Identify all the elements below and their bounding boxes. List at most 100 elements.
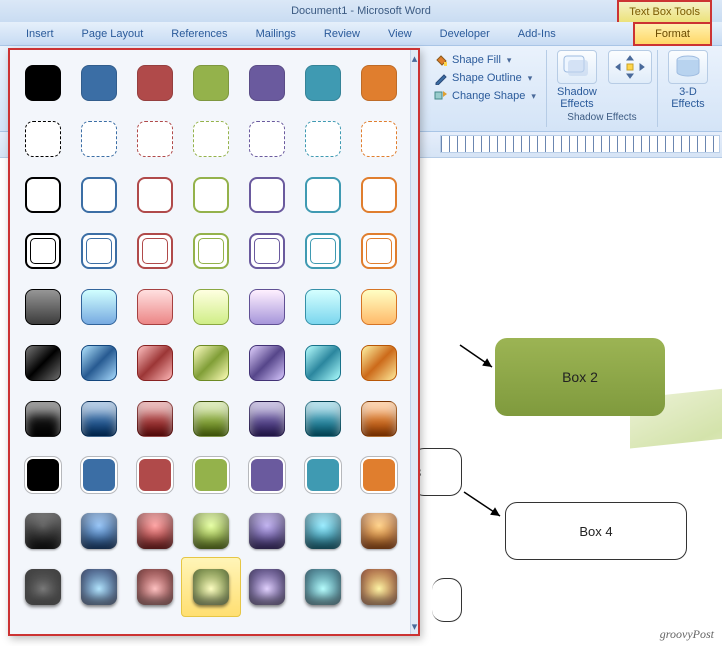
- style-swatch[interactable]: [132, 340, 178, 386]
- style-swatch[interactable]: [76, 564, 122, 610]
- gallery-scrollbar[interactable]: ▴ ▾: [410, 50, 418, 634]
- style-swatch[interactable]: [76, 228, 122, 274]
- style-swatch[interactable]: [20, 116, 66, 162]
- style-swatch-grid: [10, 50, 410, 634]
- tab-developer[interactable]: Developer: [426, 22, 504, 46]
- contextual-tab-textbox-tools[interactable]: Text Box Tools: [617, 0, 712, 22]
- style-swatch[interactable]: [356, 564, 402, 610]
- shape-fill-button[interactable]: Shape Fill▾: [430, 52, 540, 68]
- style-swatch[interactable]: [76, 172, 122, 218]
- style-swatch[interactable]: [188, 340, 234, 386]
- style-swatch[interactable]: [188, 508, 234, 554]
- style-swatch[interactable]: [132, 172, 178, 218]
- flowchart-box-5-partial[interactable]: [432, 578, 462, 622]
- style-swatch[interactable]: [356, 172, 402, 218]
- style-swatch[interactable]: [20, 172, 66, 218]
- style-swatch[interactable]: [300, 452, 346, 498]
- style-swatch[interactable]: [300, 116, 346, 162]
- shadow-effects-button[interactable]: Shadow Effects: [549, 46, 605, 110]
- style-swatch[interactable]: [244, 340, 290, 386]
- style-swatch[interactable]: [20, 508, 66, 554]
- style-swatch[interactable]: [132, 284, 178, 330]
- style-swatch[interactable]: [132, 508, 178, 554]
- style-swatch[interactable]: [132, 228, 178, 274]
- style-swatch[interactable]: [244, 116, 290, 162]
- style-swatch[interactable]: [356, 284, 402, 330]
- style-swatch[interactable]: [132, 396, 178, 442]
- style-swatch[interactable]: [132, 116, 178, 162]
- style-swatch[interactable]: [20, 340, 66, 386]
- separator: [546, 50, 547, 127]
- tab-references[interactable]: References: [157, 22, 241, 46]
- style-swatch[interactable]: [356, 452, 402, 498]
- shape-outline-button[interactable]: Shape Outline▾: [430, 70, 540, 86]
- style-swatch[interactable]: [188, 60, 234, 106]
- style-swatch[interactable]: [244, 452, 290, 498]
- style-swatch[interactable]: [76, 396, 122, 442]
- style-swatch[interactable]: [300, 564, 346, 610]
- style-swatch[interactable]: [132, 564, 178, 610]
- style-swatch[interactable]: [188, 284, 234, 330]
- horizontal-ruler[interactable]: [440, 135, 720, 153]
- scroll-up-icon[interactable]: ▴: [411, 50, 418, 66]
- style-swatch[interactable]: [20, 396, 66, 442]
- style-swatch[interactable]: [132, 60, 178, 106]
- style-swatch[interactable]: [356, 396, 402, 442]
- style-swatch[interactable]: [188, 228, 234, 274]
- tab-view[interactable]: View: [374, 22, 426, 46]
- style-swatch[interactable]: [244, 284, 290, 330]
- style-swatch[interactable]: [356, 340, 402, 386]
- style-swatch[interactable]: [20, 60, 66, 106]
- style-swatch[interactable]: [300, 508, 346, 554]
- style-swatch[interactable]: [300, 60, 346, 106]
- style-swatch[interactable]: [132, 452, 178, 498]
- style-swatch[interactable]: [244, 172, 290, 218]
- style-swatch[interactable]: [76, 60, 122, 106]
- style-swatch[interactable]: [188, 116, 234, 162]
- watermark: groovyPost: [660, 627, 714, 642]
- shadow-nudge-button[interactable]: [605, 46, 655, 110]
- ribbon-tabs: Insert Page Layout References Mailings R…: [0, 22, 722, 46]
- style-swatch[interactable]: [300, 284, 346, 330]
- tab-add-ins[interactable]: Add-Ins: [504, 22, 570, 46]
- style-swatch[interactable]: [356, 228, 402, 274]
- style-swatch[interactable]: [244, 396, 290, 442]
- 3d-effects-button[interactable]: 3-D Effects: [660, 46, 716, 131]
- paint-bucket-icon: [434, 53, 448, 67]
- style-swatch[interactable]: [188, 564, 234, 610]
- scroll-down-icon[interactable]: ▾: [411, 618, 418, 634]
- ribbon: ▴ ▾ Shape Fill▾ Shape Outline▾: [0, 46, 722, 132]
- style-swatch[interactable]: [20, 284, 66, 330]
- chevron-down-icon: ▾: [505, 55, 512, 66]
- style-swatch[interactable]: [300, 340, 346, 386]
- style-swatch[interactable]: [244, 60, 290, 106]
- change-shape-button[interactable]: Change Shape▾: [430, 88, 540, 104]
- style-swatch[interactable]: [76, 116, 122, 162]
- style-swatch[interactable]: [188, 172, 234, 218]
- style-swatch[interactable]: [244, 228, 290, 274]
- style-swatch[interactable]: [76, 340, 122, 386]
- style-swatch[interactable]: [76, 284, 122, 330]
- style-swatch[interactable]: [76, 508, 122, 554]
- style-swatch[interactable]: [76, 452, 122, 498]
- tab-format[interactable]: Format: [633, 22, 712, 46]
- style-swatch[interactable]: [300, 172, 346, 218]
- tab-review[interactable]: Review: [310, 22, 374, 46]
- flowchart-box-2[interactable]: Box 2: [495, 338, 665, 416]
- tab-mailings[interactable]: Mailings: [242, 22, 310, 46]
- style-swatch[interactable]: [20, 564, 66, 610]
- tab-page-layout[interactable]: Page Layout: [68, 22, 158, 46]
- flowchart-box-4[interactable]: Box 4: [505, 502, 687, 560]
- style-swatch[interactable]: [244, 564, 290, 610]
- style-swatch[interactable]: [20, 228, 66, 274]
- style-swatch[interactable]: [356, 116, 402, 162]
- style-swatch[interactable]: [300, 396, 346, 442]
- style-swatch[interactable]: [188, 452, 234, 498]
- style-swatch[interactable]: [20, 452, 66, 498]
- tab-insert[interactable]: Insert: [12, 22, 68, 46]
- style-swatch[interactable]: [188, 396, 234, 442]
- style-swatch[interactable]: [244, 508, 290, 554]
- style-swatch[interactable]: [356, 60, 402, 106]
- style-swatch[interactable]: [300, 228, 346, 274]
- style-swatch[interactable]: [356, 508, 402, 554]
